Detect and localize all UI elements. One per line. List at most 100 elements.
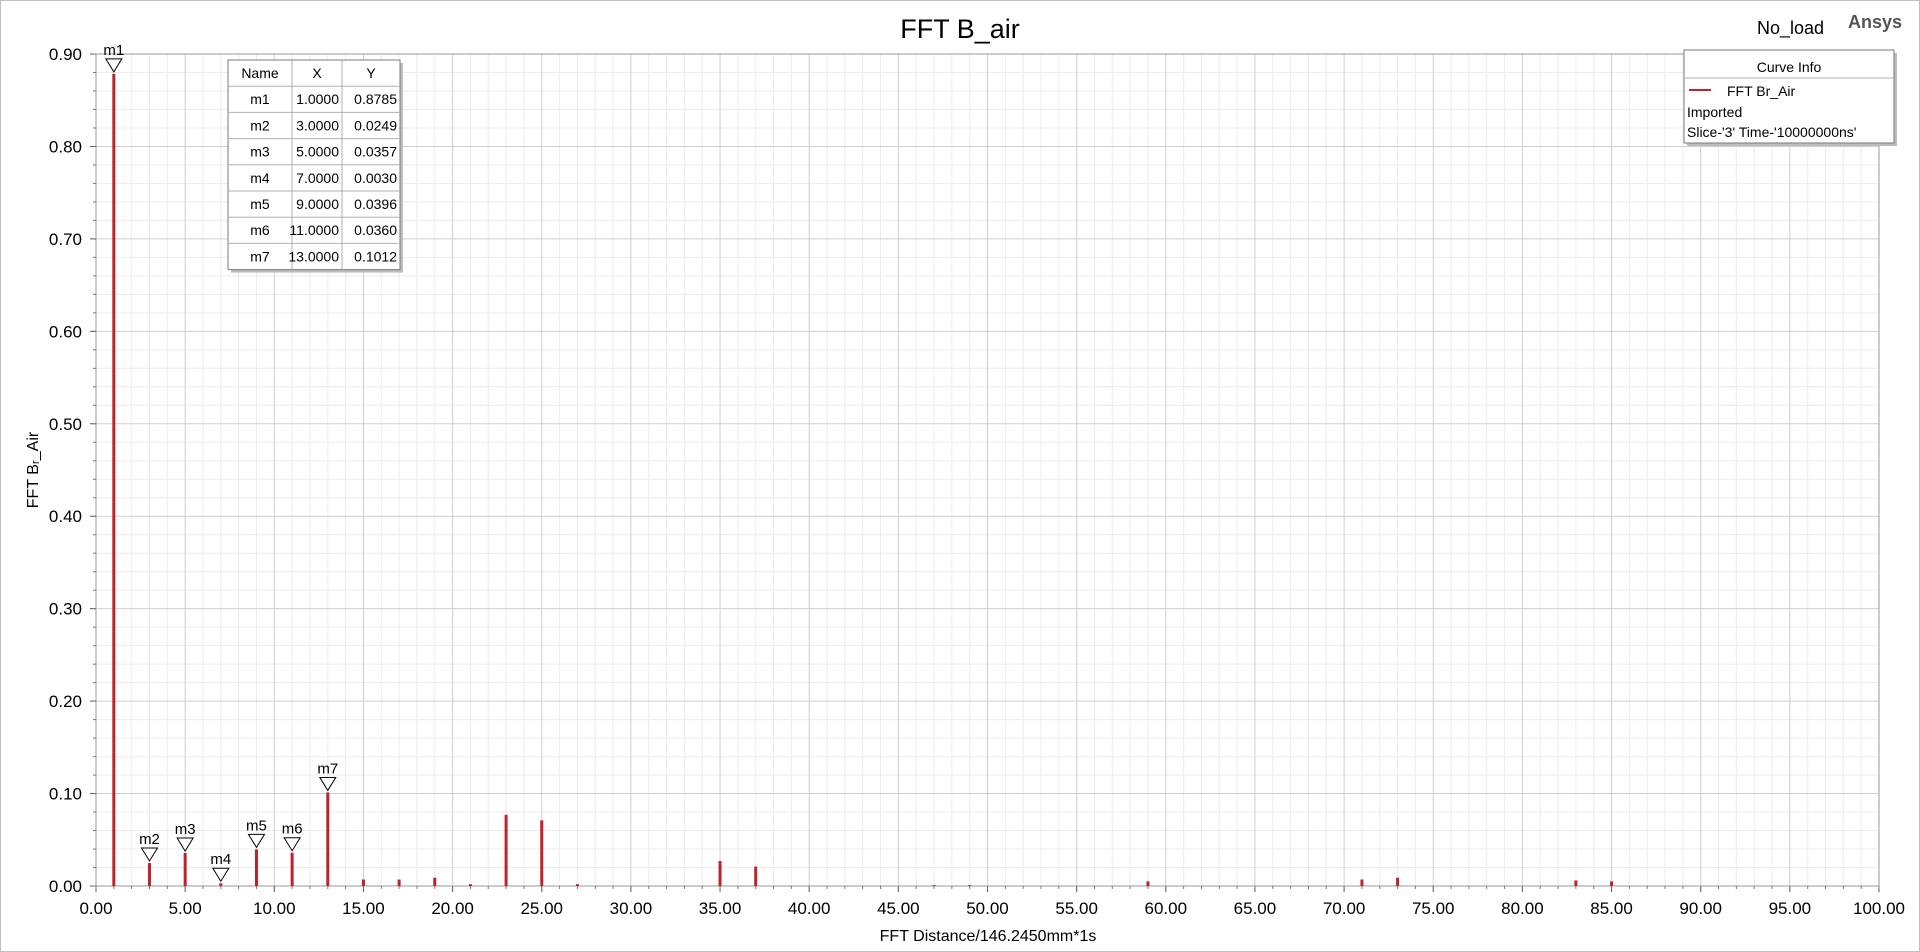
marker-label: m3	[175, 821, 196, 838]
fft-bar	[112, 73, 116, 887]
marker-table-header: Y	[366, 65, 376, 81]
fft-bar	[718, 861, 722, 886]
fft-bar	[1396, 877, 1400, 886]
marker-label: m7	[317, 760, 338, 777]
marker-table[interactable]: Name X Ym1 1.0000 0.8785 m2 3.0000 0.0249 m3 5.00…	[227, 59, 403, 273]
fft-bar	[504, 814, 508, 886]
x-tick-label: 5.00	[169, 899, 202, 918]
fft-bar	[361, 879, 365, 886]
x-tick-labels: 0.00 5.00 10.00 15.00 20.00 25.00 30.00 35.00 40…	[79, 899, 1905, 918]
fft-bar	[433, 877, 437, 886]
marker-table-cell: 13.0000	[288, 248, 339, 264]
marker-table-cell: 9.0000	[296, 196, 339, 212]
x-tick-label: 25.00	[520, 899, 563, 918]
marker-triangle-icon	[140, 847, 159, 862]
x-tick-label: 50.00	[966, 899, 1009, 918]
y-tick-label: 0.50	[49, 415, 82, 434]
marker-table-cell: m1	[250, 91, 270, 107]
x-tick-label: 75.00	[1412, 899, 1455, 918]
marker-table-cell: 1.0000	[296, 91, 339, 107]
fft-bar	[254, 849, 258, 886]
fft-bar	[1146, 881, 1150, 886]
fft-bar	[968, 885, 972, 886]
legend-series-name: FFT Br_Air	[1727, 83, 1796, 99]
fft-bar	[932, 885, 936, 886]
marker-table-cell: 0.8785	[354, 91, 397, 107]
marker-triangle-icon	[104, 58, 123, 73]
x-tick-label: 15.00	[342, 899, 385, 918]
x-tick-label: 0.00	[79, 899, 112, 918]
marker-table-header: X	[312, 65, 322, 81]
marker-table-cell: 0.0030	[354, 170, 397, 186]
x-tick-label: 10.00	[253, 899, 296, 918]
marker-table-cell: 11.0000	[289, 222, 339, 238]
marker-table-cell: 0.0357	[354, 144, 397, 160]
x-tick-label: 30.00	[610, 899, 653, 918]
chart-title: FFT B_air	[900, 14, 1020, 44]
x-tick-label: 80.00	[1501, 899, 1544, 918]
fft-bar	[290, 852, 294, 886]
y-tick-label: 0.70	[49, 230, 82, 249]
marker-table-cell: 7.0000	[296, 170, 339, 186]
x-tick-label: 100.00	[1853, 899, 1905, 918]
marker-table-cell: 0.0249	[354, 117, 397, 133]
marker-table-cell: m4	[250, 170, 270, 186]
y-tick-label: 0.60	[49, 322, 82, 341]
marker-table-cell: 0.1012	[354, 248, 397, 264]
fft-bar	[397, 879, 401, 886]
y-tick-label: 0.40	[49, 507, 82, 526]
y-tick-labels: 0.00 0.10 0.20 0.30 0.40 0.50 0.60 0.70 0.80 0.90	[49, 45, 82, 896]
marker-label: m6	[282, 821, 303, 838]
y-tick-label: 0.00	[49, 877, 82, 896]
marker-table-header: Name	[241, 65, 279, 81]
x-tick-label: 70.00	[1323, 899, 1366, 918]
fft-bar	[326, 792, 330, 886]
x-tick-label: 55.00	[1055, 899, 1098, 918]
marker-table-cell: m7	[250, 248, 270, 264]
marker-table-cell: 0.0396	[354, 196, 397, 212]
marker-label: m4	[210, 851, 231, 868]
x-tick-label: 85.00	[1590, 899, 1633, 918]
marker-table-cell: 5.0000	[296, 144, 339, 160]
x-axis-label: FFT Distance/146.2450mm*1s	[880, 928, 1097, 945]
x-tick-label: 20.00	[431, 899, 474, 918]
fft-bar	[540, 820, 544, 886]
x-tick-label: 65.00	[1234, 899, 1277, 918]
y-tick-label: 0.10	[49, 785, 82, 804]
marker-table-cell: 3.0000	[296, 117, 339, 133]
legend-variation: Slice-'3' Time-'10000000ns'	[1687, 124, 1856, 140]
brand-logo-text: Ansys	[1848, 12, 1902, 32]
fft-chart: FFT B_air No_load Ansys 0.00 5.00 10.00 15.…	[25, 12, 1905, 945]
fft-bar	[183, 852, 187, 886]
x-tick-label: 90.00	[1679, 899, 1722, 918]
x-tick-label: 60.00	[1145, 899, 1188, 918]
marker-triangle-icon	[211, 867, 230, 883]
y-tick-label: 0.20	[49, 692, 82, 711]
x-tick-label: 95.00	[1769, 899, 1812, 918]
y-axis-label: FFT Bᵣ_Air	[25, 431, 42, 508]
y-tick-label: 0.80	[49, 137, 82, 156]
fft-bar	[147, 862, 151, 886]
marker-label: m1	[103, 42, 124, 59]
fft-bar	[1610, 881, 1614, 886]
legend-source: Imported	[1687, 104, 1742, 120]
marker-table-cell: m6	[250, 222, 270, 238]
marker-table-cell: m3	[250, 144, 270, 160]
fft-bar	[468, 884, 472, 886]
y-tick-label: 0.30	[49, 600, 82, 619]
y-tick-label: 0.90	[49, 45, 82, 64]
marker-triangle-icon	[247, 833, 266, 849]
x-tick-label: 40.00	[788, 899, 831, 918]
marker-label: m5	[246, 817, 267, 834]
curve-info-legend[interactable]: Curve Info FFT Br_Air Imported Slice-'3' Ti…	[1683, 49, 1897, 146]
x-tick-label: 45.00	[877, 899, 920, 918]
fft-bar	[1574, 880, 1578, 886]
fft-bar	[575, 884, 579, 886]
marker-label: m2	[139, 831, 160, 848]
marker-table-cell: m2	[250, 117, 270, 133]
marker-table-cell: m5	[250, 196, 270, 212]
marker-table-cell: 0.0360	[354, 222, 397, 238]
fft-bar	[754, 866, 758, 886]
x-tick-label: 35.00	[699, 899, 742, 918]
marker-triangle-icon	[318, 776, 337, 792]
